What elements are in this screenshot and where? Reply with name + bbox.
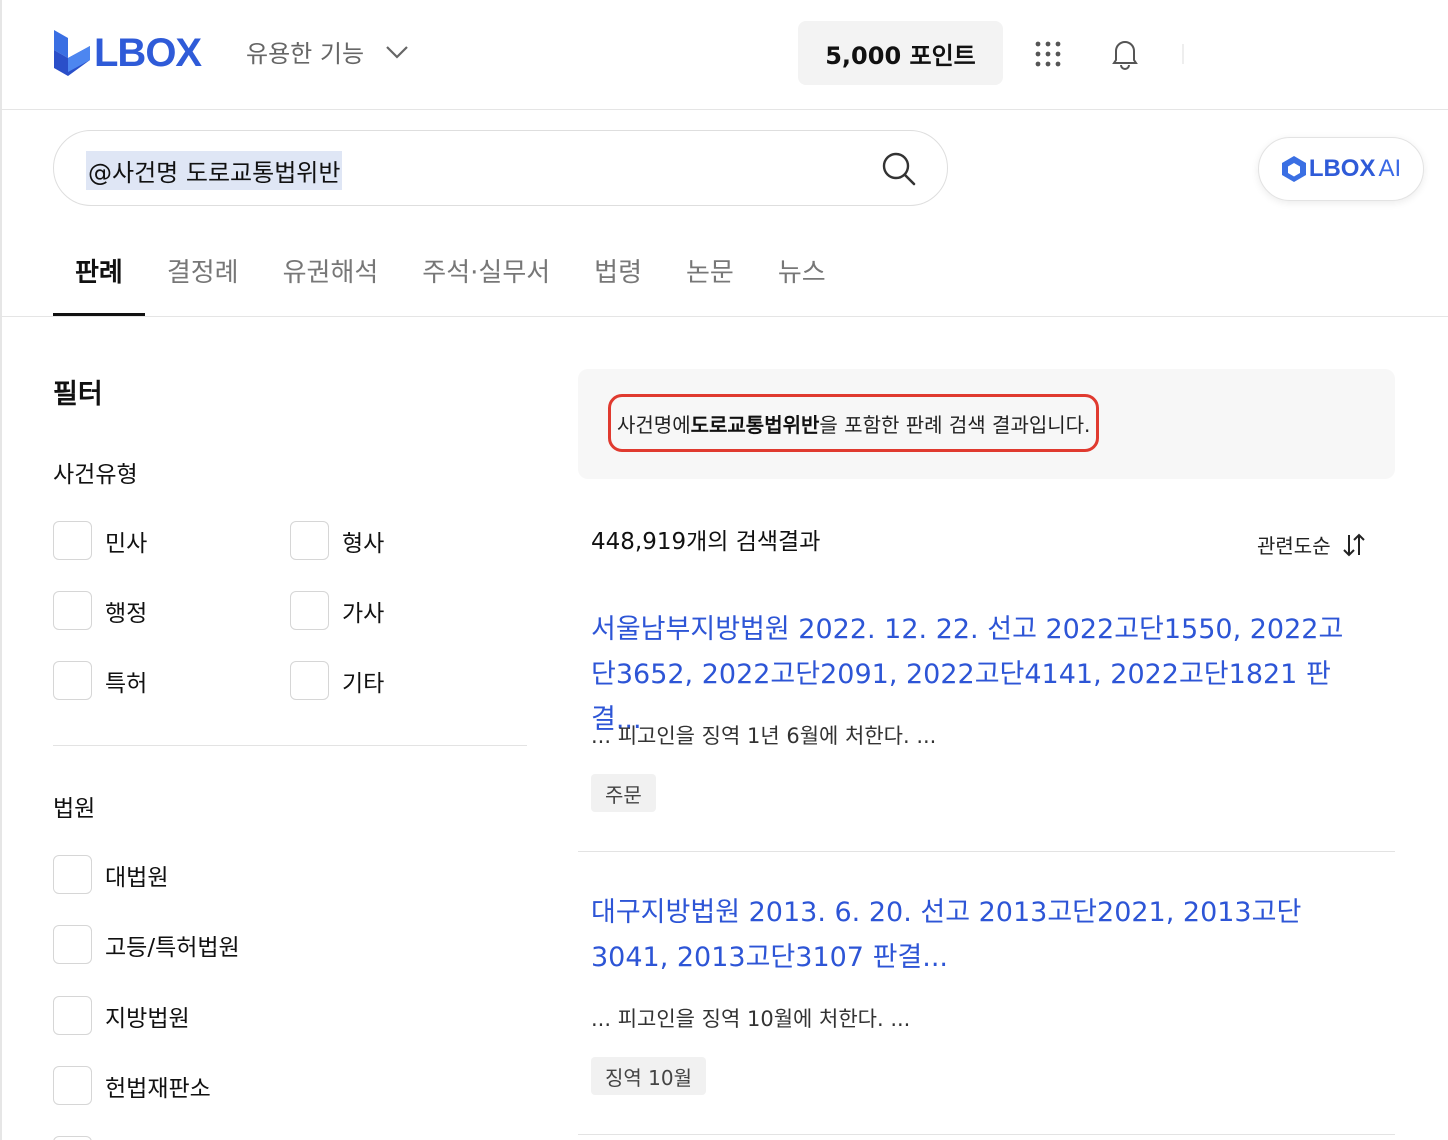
result-snippet: ... 피고인을 징역 10월에 처한다. ... [591, 1007, 911, 1031]
result-title-link[interactable]: 대구지방법원 2013. 6. 20. 선고 2013고단2021, 2013고… [591, 890, 1351, 980]
checkbox-label: 고등/특허법원 [105, 934, 240, 961]
checkbox[interactable] [53, 661, 92, 700]
notice-prefix: 사건명에 [617, 412, 691, 437]
checkbox[interactable] [53, 1066, 92, 1105]
filter-civil[interactable]: 민사 [53, 521, 147, 560]
result-snippet: ... 피고인을 징역 1년 6월에 처한다. ... [591, 724, 937, 748]
result-tag[interactable]: 주문 [591, 774, 656, 812]
checkbox-label: 특허 [105, 670, 148, 697]
search-icon[interactable] [881, 151, 917, 187]
top-header: LBOX 유용한 기능 5,000 포인트 [0, 0, 1448, 110]
tab-paper[interactable]: 논문 [664, 238, 756, 316]
lbox-ai-button[interactable]: LBOX AI [1258, 137, 1424, 201]
filter-district-court[interactable]: 지방법원 [53, 996, 190, 1035]
search-notice: 사건명에 도로교통법위반 을 포함한 판례 검색 결과입니다. [578, 369, 1395, 479]
checkbox-label: 헌법재판소 [105, 1075, 211, 1102]
window-edge [0, 0, 2, 1140]
tab-news[interactable]: 뉴스 [756, 238, 848, 316]
result-tag[interactable]: 징역 10월 [591, 1057, 707, 1095]
filter-divider [53, 745, 527, 746]
filter-other[interactable]: 기타 [290, 661, 384, 700]
checkbox[interactable] [290, 661, 329, 700]
lbox-ai-icon [1281, 156, 1306, 182]
checkbox[interactable] [53, 1136, 92, 1140]
notice-suffix: 을 포함한 판례 검색 결과입니다. [819, 412, 1091, 437]
notice-highlight: 사건명에 도로교통법위반 을 포함한 판례 검색 결과입니다. [608, 394, 1100, 452]
lbox-logo-icon [54, 30, 90, 76]
filter-supreme-court[interactable]: 대법원 [53, 855, 168, 894]
filter-family[interactable]: 가사 [290, 591, 384, 630]
notice-keyword: 도로교통법위반 [690, 412, 820, 437]
search-input[interactable]: @사건명 도로교통법위반 [86, 151, 343, 190]
checkbox-label: 기타 [342, 670, 385, 697]
search-bar[interactable]: @사건명 도로교통법위반 [53, 130, 948, 206]
checkbox-label: 민사 [105, 530, 148, 557]
features-label: 유용한 기능 [246, 40, 365, 68]
tab-statute[interactable]: 법령 [572, 238, 664, 316]
tab-commentary[interactable]: 주석·실무서 [400, 238, 572, 316]
sort-label: 관련도순 [1257, 534, 1331, 558]
chevron-down-icon [386, 45, 408, 59]
filter-criminal[interactable]: 형사 [290, 521, 384, 560]
ai-suffix: AI [1378, 155, 1402, 182]
checkbox[interactable] [290, 591, 329, 630]
filter-patent[interactable]: 특허 [53, 661, 147, 700]
checkbox-label: 지방법원 [105, 1005, 190, 1032]
checkbox[interactable] [53, 925, 92, 964]
court-title: 법원 [53, 796, 96, 822]
apps-grid-icon[interactable] [1032, 38, 1064, 70]
tabs-divider [0, 316, 1448, 317]
sort-arrows-icon [1342, 533, 1365, 556]
checkbox[interactable] [53, 996, 92, 1035]
result-divider [578, 851, 1395, 852]
tab-interpretation[interactable]: 유권해석 [261, 238, 401, 316]
ai-button-label: LBOX AI [1309, 155, 1401, 183]
checkbox-label: 대법원 [105, 864, 169, 891]
checkbox[interactable] [53, 855, 92, 894]
result-divider [578, 1134, 1395, 1135]
checkbox-label: 가사 [342, 600, 385, 627]
case-type-title: 사건유형 [53, 462, 138, 488]
results-count: 448,919개의 검색결과 [591, 529, 821, 555]
useful-features-menu[interactable]: 유용한 기능 [246, 34, 410, 69]
category-tabs: 판례 결정례 유권해석 주석·실무서 법령 논문 뉴스 [53, 238, 848, 316]
checkbox-label: 행정 [105, 600, 148, 627]
filter-administrative[interactable]: 행정 [53, 591, 147, 630]
filter-high-court[interactable]: 고등/특허법원 [53, 925, 240, 964]
tab-precedent[interactable]: 판례 [53, 238, 145, 316]
checkbox[interactable] [53, 591, 92, 630]
header-divider [1182, 44, 1184, 64]
checkbox[interactable] [53, 521, 92, 560]
points-button[interactable]: 5,000 포인트 [798, 21, 1003, 85]
lbox-logo[interactable]: LBOX [52, 28, 202, 78]
filter-title: 필터 [53, 379, 103, 410]
tab-decision[interactable]: 결정례 [145, 238, 261, 316]
filter-more[interactable] [53, 1136, 105, 1140]
bell-icon[interactable] [1108, 36, 1142, 70]
ai-brand: LBOX [1308, 155, 1376, 182]
filter-constitutional-court[interactable]: 헌법재판소 [53, 1066, 211, 1105]
logo-text: LBOX [94, 30, 202, 75]
checkbox-label: 형사 [342, 530, 385, 557]
checkbox[interactable] [290, 521, 329, 560]
sort-button[interactable]: 관련도순 [1257, 530, 1367, 559]
